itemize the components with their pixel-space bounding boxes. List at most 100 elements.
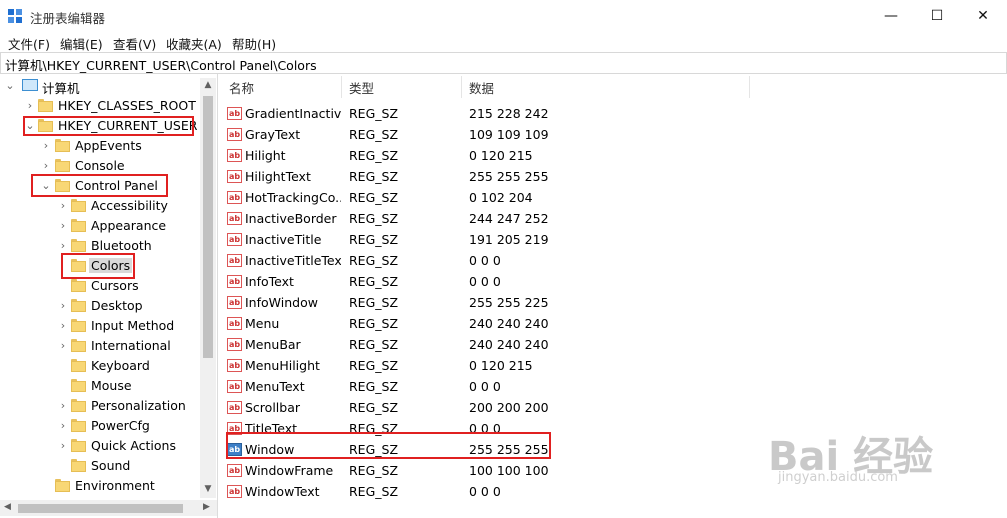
folder-icon [71, 279, 86, 292]
chevron-right-icon[interactable]: › [57, 319, 69, 332]
folder-icon [71, 219, 86, 232]
value-name: WindowText [245, 484, 320, 499]
title-bar: 注册表编辑器 — ☐ ✕ [0, 0, 1007, 32]
chevron-right-icon[interactable]: › [40, 139, 52, 152]
highlight-colors [61, 253, 135, 279]
value-row[interactable]: ab InfoText REG_SZ 0 0 0 [221, 272, 761, 293]
value-name: GrayText [245, 127, 301, 142]
address-path: 计算机\HKEY_CURRENT_USER\Control Panel\Colo… [5, 58, 317, 73]
value-data: 100 100 100 [469, 463, 549, 478]
value-row[interactable]: ab InfoWindow REG_SZ 255 255 225 [221, 293, 761, 314]
tree-item-input-method[interactable]: › Input Method [0, 316, 200, 336]
value-row[interactable]: ab Hilight REG_SZ 0 120 215 [221, 146, 761, 167]
window-title: 注册表编辑器 [30, 11, 106, 26]
folder-icon [71, 399, 86, 412]
value-row[interactable]: ab HilightText REG_SZ 255 255 255 [221, 167, 761, 188]
column-separator[interactable] [341, 76, 342, 98]
column-header-type[interactable]: 类型 [349, 78, 374, 98]
menu-view[interactable]: 查看(V) [113, 34, 156, 53]
tree-item-hkey-classes-root[interactable]: › HKEY_CLASSES_ROOT [0, 96, 200, 116]
menu-help[interactable]: 帮助(H) [232, 34, 276, 53]
chevron-right-icon[interactable]: › [57, 219, 69, 232]
highlight-control-panel [31, 174, 168, 197]
chevron-right-icon[interactable]: › [24, 99, 36, 112]
column-separator[interactable] [461, 76, 462, 98]
chevron-right-icon[interactable]: › [40, 159, 52, 172]
column-header-name[interactable]: 名称 [229, 78, 254, 98]
value-row[interactable]: ab MenuHilight REG_SZ 0 120 215 [221, 356, 761, 377]
value-type: REG_SZ [349, 169, 399, 184]
chevron-right-icon[interactable]: › [57, 399, 69, 412]
value-name: Hilight [245, 148, 286, 163]
chevron-right-icon[interactable]: › [57, 299, 69, 312]
value-data: 240 240 240 [469, 337, 549, 352]
value-row[interactable]: ab InactiveTitle REG_SZ 191 205 219 [221, 230, 761, 251]
scroll-thumb[interactable] [203, 96, 213, 358]
value-row[interactable]: ab WindowFrame REG_SZ 100 100 100 [221, 461, 761, 482]
tree-item-quick-actions[interactable]: › Quick Actions [0, 436, 200, 456]
value-data: 240 240 240 [469, 316, 549, 331]
scroll-thumb[interactable] [18, 504, 183, 513]
maximize-button[interactable]: ☐ [914, 0, 960, 32]
minimize-button[interactable]: — [868, 0, 914, 32]
chevron-right-icon[interactable]: › [57, 439, 69, 452]
value-type: REG_SZ [349, 232, 399, 247]
value-type: REG_SZ [349, 127, 399, 142]
close-button[interactable]: ✕ [960, 0, 1006, 32]
string-value-icon: ab [227, 212, 242, 225]
tree-item-accessibility[interactable]: › Accessibility [0, 196, 200, 216]
tree-item-mouse[interactable]: Mouse [0, 376, 200, 396]
tree-item-desktop[interactable]: › Desktop [0, 296, 200, 316]
value-row[interactable]: ab InactiveBorder REG_SZ 244 247 252 [221, 209, 761, 230]
chevron-right-icon[interactable]: › [57, 199, 69, 212]
scroll-right-icon[interactable]: ▶ [203, 502, 210, 512]
tree-item-computer[interactable]: ⌄ 计算机 [0, 76, 200, 96]
tree-item-label: International [91, 338, 171, 353]
value-row[interactable]: ab InactiveTitleText REG_SZ 0 0 0 [221, 251, 761, 272]
value-row[interactable]: ab WindowText REG_SZ 0 0 0 [221, 482, 761, 503]
value-data: 0 102 204 [469, 190, 533, 205]
value-name: GradientInactiv... [245, 106, 341, 121]
value-row[interactable]: abGradientInactiv... REG_SZ 215 228 242 [221, 104, 761, 125]
string-value-icon: ab [227, 233, 242, 246]
tree-horizontal-scrollbar[interactable]: ◀ ▶ [0, 500, 217, 516]
scroll-down-icon[interactable]: ▼ [200, 484, 216, 494]
string-value-icon: ab [227, 254, 242, 267]
tree-item-cursors[interactable]: Cursors [0, 276, 200, 296]
tree-item-console[interactable]: › Console [0, 156, 200, 176]
tree-item-personalization[interactable]: › Personalization [0, 396, 200, 416]
scroll-up-icon[interactable]: ▲ [200, 80, 216, 90]
value-row[interactable]: ab MenuBar REG_SZ 240 240 240 [221, 335, 761, 356]
value-type: REG_SZ [349, 148, 399, 163]
string-value-icon: ab [227, 464, 242, 477]
tree-item-sound[interactable]: Sound [0, 456, 200, 476]
chevron-right-icon[interactable]: › [57, 339, 69, 352]
value-row[interactable]: ab MenuText REG_SZ 0 0 0 [221, 377, 761, 398]
string-value-icon: ab [227, 149, 242, 162]
value-row[interactable]: ab Menu REG_SZ 240 240 240 [221, 314, 761, 335]
tree-item-environment[interactable]: Environment [0, 476, 200, 496]
tree-item-international[interactable]: › International [0, 336, 200, 356]
string-value-icon: ab [227, 170, 242, 183]
scroll-left-icon[interactable]: ◀ [4, 502, 11, 512]
column-header-data[interactable]: 数据 [469, 78, 494, 98]
value-data: 255 255 225 [469, 295, 549, 310]
tree-item-keyboard[interactable]: Keyboard [0, 356, 200, 376]
address-bar[interactable]: 计算机\HKEY_CURRENT_USER\Control Panel\Colo… [0, 52, 1007, 74]
chevron-right-icon[interactable]: › [57, 239, 69, 252]
value-type: REG_SZ [349, 274, 399, 289]
chevron-right-icon[interactable]: › [57, 419, 69, 432]
column-separator[interactable] [749, 76, 750, 98]
tree-item-appearance[interactable]: › Appearance [0, 216, 200, 236]
value-row[interactable]: ab Scrollbar REG_SZ 200 200 200 [221, 398, 761, 419]
tree-vertical-scrollbar[interactable]: ▲ ▼ [200, 78, 216, 498]
value-row[interactable]: ab HotTrackingCo... REG_SZ 0 102 204 [221, 188, 761, 209]
tree-item-appevents[interactable]: › AppEvents [0, 136, 200, 156]
chevron-down-icon[interactable]: ⌄ [4, 79, 16, 92]
menu-edit[interactable]: 编辑(E) [60, 34, 103, 53]
menu-favorites[interactable]: 收藏夹(A) [166, 34, 222, 53]
value-type: REG_SZ [349, 190, 399, 205]
value-row[interactable]: ab GrayText REG_SZ 109 109 109 [221, 125, 761, 146]
menu-file[interactable]: 文件(F) [8, 34, 50, 53]
tree-item-powercfg[interactable]: › PowerCfg [0, 416, 200, 436]
